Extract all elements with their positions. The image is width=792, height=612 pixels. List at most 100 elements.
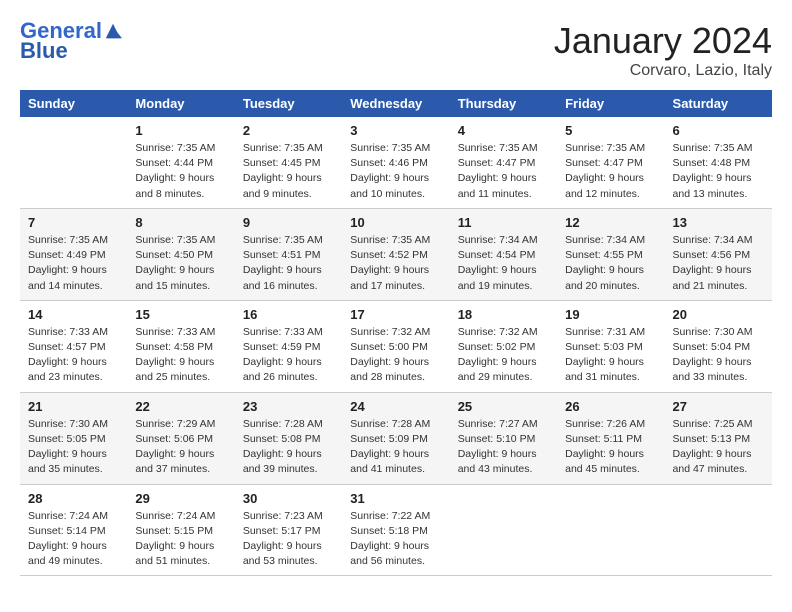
- day-info: Sunrise: 7:35 AM Sunset: 4:45 PM Dayligh…: [243, 141, 334, 202]
- day-number: 29: [135, 491, 226, 506]
- day-number: 3: [350, 123, 441, 138]
- day-number: 28: [28, 491, 119, 506]
- calendar-cell: 13 Sunrise: 7:34 AM Sunset: 4:56 PM Dayli…: [665, 208, 772, 300]
- day-info: Sunrise: 7:33 AM Sunset: 4:57 PM Dayligh…: [28, 325, 119, 386]
- calendar-cell: 14 Sunrise: 7:33 AM Sunset: 4:57 PM Dayli…: [20, 300, 127, 392]
- day-number: 17: [350, 307, 441, 322]
- day-number: 25: [458, 399, 549, 414]
- calendar-cell: 18Sunrise: 7:32 AM Sunset: 5:02 PM Dayli…: [450, 300, 557, 392]
- calendar-cell: [665, 484, 772, 576]
- day-info: Sunrise: 7:34 AM Sunset: 4:56 PM Dayligh…: [673, 233, 764, 294]
- weekday-header: Wednesday: [342, 90, 449, 117]
- calendar-week-row: 1 Sunrise: 7:35 AM Sunset: 4:44 PM Daylig…: [20, 117, 772, 208]
- day-number: 19: [565, 307, 656, 322]
- day-info: Sunrise: 7:31 AM Sunset: 5:03 PM Dayligh…: [565, 325, 656, 386]
- day-number: 27: [673, 399, 764, 414]
- calendar-week-row: 7 Sunrise: 7:35 AM Sunset: 4:49 PM Daylig…: [20, 208, 772, 300]
- calendar-cell: 16 Sunrise: 7:33 AM Sunset: 4:59 PM Dayli…: [235, 300, 342, 392]
- calendar-table: SundayMondayTuesdayWednesdayThursdayFrid…: [20, 90, 772, 576]
- calendar-cell: 29 Sunrise: 7:24 AM Sunset: 5:15 PM Dayli…: [127, 484, 234, 576]
- title-area: January 2024 Corvaro, Lazio, Italy: [554, 20, 772, 80]
- calendar-cell: 25 Sunrise: 7:27 AM Sunset: 5:10 PM Dayli…: [450, 392, 557, 484]
- logo-icon: [104, 22, 122, 40]
- calendar-cell: 19 Sunrise: 7:31 AM Sunset: 5:03 PM Dayli…: [557, 300, 664, 392]
- day-info: Sunrise: 7:30 AM Sunset: 5:04 PM Dayligh…: [673, 325, 764, 386]
- day-number: 14: [28, 307, 119, 322]
- calendar-body: 1 Sunrise: 7:35 AM Sunset: 4:44 PM Daylig…: [20, 117, 772, 576]
- month-title: January 2024: [554, 20, 772, 62]
- day-info: Sunrise: 7:26 AM Sunset: 5:11 PM Dayligh…: [565, 417, 656, 478]
- calendar-cell: 11 Sunrise: 7:34 AM Sunset: 4:54 PM Dayli…: [450, 208, 557, 300]
- calendar-week-row: 21 Sunrise: 7:30 AM Sunset: 5:05 PM Dayli…: [20, 392, 772, 484]
- day-info: Sunrise: 7:35 AM Sunset: 4:47 PM Dayligh…: [458, 141, 549, 202]
- day-number: 5: [565, 123, 656, 138]
- day-info: Sunrise: 7:22 AM Sunset: 5:18 PM Dayligh…: [350, 509, 441, 570]
- day-info: Sunrise: 7:34 AM Sunset: 4:54 PM Dayligh…: [458, 233, 549, 294]
- calendar-cell: 28 Sunrise: 7:24 AM Sunset: 5:14 PM Dayli…: [20, 484, 127, 576]
- calendar-cell: 12Sunrise: 7:34 AM Sunset: 4:55 PM Dayli…: [557, 208, 664, 300]
- day-number: 22: [135, 399, 226, 414]
- header: General Blue January 2024 Corvaro, Lazio…: [20, 20, 772, 80]
- weekday-header: Tuesday: [235, 90, 342, 117]
- day-number: 8: [135, 215, 226, 230]
- location: Corvaro, Lazio, Italy: [554, 62, 772, 80]
- day-info: Sunrise: 7:35 AM Sunset: 4:50 PM Dayligh…: [135, 233, 226, 294]
- weekday-header: Sunday: [20, 90, 127, 117]
- day-number: 9: [243, 215, 334, 230]
- day-info: Sunrise: 7:33 AM Sunset: 4:58 PM Dayligh…: [135, 325, 226, 386]
- day-number: 10: [350, 215, 441, 230]
- day-info: Sunrise: 7:29 AM Sunset: 5:06 PM Dayligh…: [135, 417, 226, 478]
- day-info: Sunrise: 7:35 AM Sunset: 4:46 PM Dayligh…: [350, 141, 441, 202]
- weekday-header: Monday: [127, 90, 234, 117]
- calendar-cell: 6Sunrise: 7:35 AM Sunset: 4:48 PM Daylig…: [665, 117, 772, 208]
- day-info: Sunrise: 7:35 AM Sunset: 4:49 PM Dayligh…: [28, 233, 119, 294]
- calendar-cell: 27 Sunrise: 7:25 AM Sunset: 5:13 PM Dayli…: [665, 392, 772, 484]
- day-number: 31: [350, 491, 441, 506]
- weekday-header: Thursday: [450, 90, 557, 117]
- day-info: Sunrise: 7:27 AM Sunset: 5:10 PM Dayligh…: [458, 417, 549, 478]
- day-number: 13: [673, 215, 764, 230]
- calendar-cell: 9 Sunrise: 7:35 AM Sunset: 4:51 PM Daylig…: [235, 208, 342, 300]
- calendar-cell: 8 Sunrise: 7:35 AM Sunset: 4:50 PM Daylig…: [127, 208, 234, 300]
- day-number: 16: [243, 307, 334, 322]
- day-info: Sunrise: 7:25 AM Sunset: 5:13 PM Dayligh…: [673, 417, 764, 478]
- day-number: 21: [28, 399, 119, 414]
- calendar-cell: 30 Sunrise: 7:23 AM Sunset: 5:17 PM Dayli…: [235, 484, 342, 576]
- day-number: 24: [350, 399, 441, 414]
- day-info: Sunrise: 7:30 AM Sunset: 5:05 PM Dayligh…: [28, 417, 119, 478]
- weekday-header: Saturday: [665, 90, 772, 117]
- calendar-cell: 1 Sunrise: 7:35 AM Sunset: 4:44 PM Daylig…: [127, 117, 234, 208]
- day-info: Sunrise: 7:32 AM Sunset: 5:00 PM Dayligh…: [350, 325, 441, 386]
- day-number: 15: [135, 307, 226, 322]
- day-number: 26: [565, 399, 656, 414]
- calendar-cell: [20, 117, 127, 208]
- day-info: Sunrise: 7:35 AM Sunset: 4:52 PM Dayligh…: [350, 233, 441, 294]
- calendar-cell: 2 Sunrise: 7:35 AM Sunset: 4:45 PM Daylig…: [235, 117, 342, 208]
- day-number: 20: [673, 307, 764, 322]
- calendar-cell: 7 Sunrise: 7:35 AM Sunset: 4:49 PM Daylig…: [20, 208, 127, 300]
- day-info: Sunrise: 7:33 AM Sunset: 4:59 PM Dayligh…: [243, 325, 334, 386]
- day-number: 30: [243, 491, 334, 506]
- calendar-cell: 4Sunrise: 7:35 AM Sunset: 4:47 PM Daylig…: [450, 117, 557, 208]
- day-number: 7: [28, 215, 119, 230]
- calendar-cell: 20 Sunrise: 7:30 AM Sunset: 5:04 PM Dayli…: [665, 300, 772, 392]
- day-number: 11: [458, 215, 549, 230]
- calendar-cell: 21 Sunrise: 7:30 AM Sunset: 5:05 PM Dayli…: [20, 392, 127, 484]
- calendar-cell: 22 Sunrise: 7:29 AM Sunset: 5:06 PM Dayli…: [127, 392, 234, 484]
- calendar-cell: [557, 484, 664, 576]
- calendar-cell: 26 Sunrise: 7:26 AM Sunset: 5:11 PM Dayli…: [557, 392, 664, 484]
- day-number: 12: [565, 215, 656, 230]
- calendar-cell: 23 Sunrise: 7:28 AM Sunset: 5:08 PM Dayli…: [235, 392, 342, 484]
- day-info: Sunrise: 7:28 AM Sunset: 5:08 PM Dayligh…: [243, 417, 334, 478]
- logo: General Blue: [20, 20, 122, 64]
- day-number: 18: [458, 307, 549, 322]
- day-info: Sunrise: 7:35 AM Sunset: 4:51 PM Dayligh…: [243, 233, 334, 294]
- day-info: Sunrise: 7:24 AM Sunset: 5:15 PM Dayligh…: [135, 509, 226, 570]
- day-number: 23: [243, 399, 334, 414]
- day-info: Sunrise: 7:23 AM Sunset: 5:17 PM Dayligh…: [243, 509, 334, 570]
- day-number: 2: [243, 123, 334, 138]
- calendar-cell: 5Sunrise: 7:35 AM Sunset: 4:47 PM Daylig…: [557, 117, 664, 208]
- day-info: Sunrise: 7:24 AM Sunset: 5:14 PM Dayligh…: [28, 509, 119, 570]
- day-number: 1: [135, 123, 226, 138]
- day-info: Sunrise: 7:35 AM Sunset: 4:44 PM Dayligh…: [135, 141, 226, 202]
